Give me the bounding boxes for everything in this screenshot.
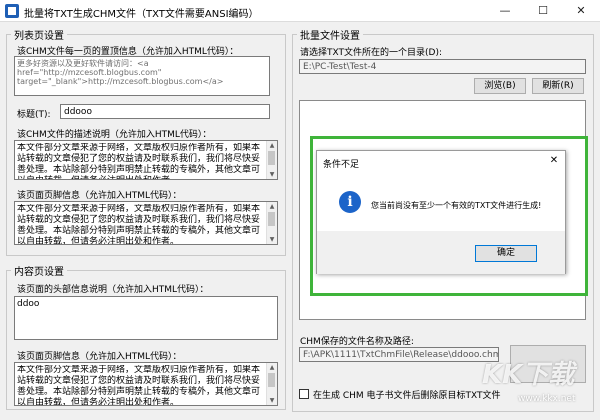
content-footer-scrollbar[interactable]: ▲ ▼ [266, 363, 277, 405]
list-page-group-title: 列表页设置 [11, 27, 67, 42]
title-input[interactable]: ddooo [60, 104, 270, 119]
watermark-logo: KK下载 [482, 360, 575, 390]
description-label: 该CHM文件的描述说明（允许加入HTML代码）： [17, 130, 212, 140]
scroll-up-icon[interactable]: ▲ [267, 141, 277, 150]
content-header-label: 该页面的头部信息说明（允许加入HTML代码）： [17, 285, 209, 295]
watermark-url: www.kkx.net [518, 394, 576, 404]
refresh-button[interactable]: 刷新(R) [532, 78, 584, 94]
chm-path-label: CHM保存的文件名称及路径: [300, 337, 414, 347]
minimize-button[interactable]: — [486, 0, 524, 22]
info-icon: i [339, 191, 361, 213]
dir-input[interactable]: E:\PC-Test\Test-4 [299, 59, 586, 74]
ad-info-textarea[interactable]: 更多好资源以及更好软件请访问：<a href="http://mzcesoft.… [14, 56, 270, 96]
dialog-title: 条件不足 [323, 160, 360, 170]
delete-source-label: 在生成 CHM 电子书文件后删除原目标TXT文件 [313, 391, 501, 401]
dialog-message: 您当前尚没有至少一个有效的TXT文件进行生成! [371, 201, 542, 210]
chm-path-input[interactable]: F:\APK\1111\TxtChmFile\Release\ddooo.chm [299, 347, 499, 362]
watermark: KK下载 www.kkx.net [478, 352, 598, 410]
browse-button[interactable]: 浏览(B) [474, 78, 526, 94]
content-footer-label: 该页面页脚信息（允许加入HTML代码）： [17, 352, 182, 362]
ad-info-text: 更多好资源以及更好软件请访问：<a href="http://mzcesoft.… [17, 59, 224, 86]
content-footer-textarea[interactable]: 本文件部分文章来源于网络，文章版权归原作者所有，如果本站转载的文章侵犯了您的权益… [14, 362, 278, 406]
app-icon [5, 4, 19, 18]
window-title: 批量将TXT生成CHM文件（TXT文件需要ANSI编码） [24, 9, 259, 20]
description-textarea[interactable]: 本文件部分文章来源于网络，文章版权归原作者所有，如果本站转载的文章侵犯了您的权益… [14, 140, 278, 180]
scroll-down-icon[interactable]: ▼ [267, 170, 277, 179]
content-header-text: ddoo [17, 299, 40, 309]
scroll-up-icon[interactable]: ▲ [267, 202, 277, 211]
message-dialog: 条件不足 ✕ i 您当前尚没有至少一个有效的TXT文件进行生成! 确定 [316, 150, 566, 274]
list-footer-scrollbar[interactable]: ▲ ▼ [266, 202, 277, 244]
list-footer-label: 该页面页脚信息（允许加入HTML代码）： [17, 191, 182, 201]
ok-button[interactable]: 确定 [475, 245, 537, 262]
scroll-up-icon[interactable]: ▲ [267, 363, 277, 372]
content-header-textarea[interactable]: ddoo [14, 296, 278, 340]
scroll-thumb[interactable] [268, 151, 275, 165]
title-label: 标题(T): [17, 110, 51, 120]
dialog-footer: 确定 [317, 231, 565, 274]
dialog-close-button[interactable]: ✕ [547, 154, 561, 168]
scroll-down-icon[interactable]: ▼ [267, 235, 277, 244]
list-footer-text: 本文件部分文章来源于网络，文章版权归原作者所有，如果本站转载的文章侵犯了您的权益… [17, 204, 261, 244]
content-footer-text: 本文件部分文章来源于网络，文章版权归原作者所有，如果本站转载的文章侵犯了您的权益… [17, 365, 261, 405]
description-scrollbar[interactable]: ▲ ▼ [266, 141, 277, 179]
scroll-down-icon[interactable]: ▼ [267, 396, 277, 405]
maximize-button[interactable]: ☐ [524, 0, 562, 22]
content-page-group-title: 内容页设置 [11, 263, 67, 278]
scroll-thumb[interactable] [268, 212, 275, 226]
close-button[interactable]: ✕ [562, 0, 600, 22]
list-footer-textarea[interactable]: 本文件部分文章来源于网络，文章版权归原作者所有，如果本站转载的文章侵犯了您的权益… [14, 201, 278, 245]
description-text: 本文件部分文章来源于网络，文章版权归原作者所有，如果本站转载的文章侵犯了您的权益… [17, 143, 261, 179]
scroll-thumb[interactable] [268, 373, 275, 387]
batch-group-title: 批量文件设置 [297, 27, 363, 42]
dir-label: 请选择TXT文件所在的一个目录(D): [300, 48, 442, 58]
delete-source-checkbox[interactable] [299, 389, 309, 399]
title-bar: 批量将TXT生成CHM文件（TXT文件需要ANSI编码） — ☐ ✕ [0, 0, 600, 22]
